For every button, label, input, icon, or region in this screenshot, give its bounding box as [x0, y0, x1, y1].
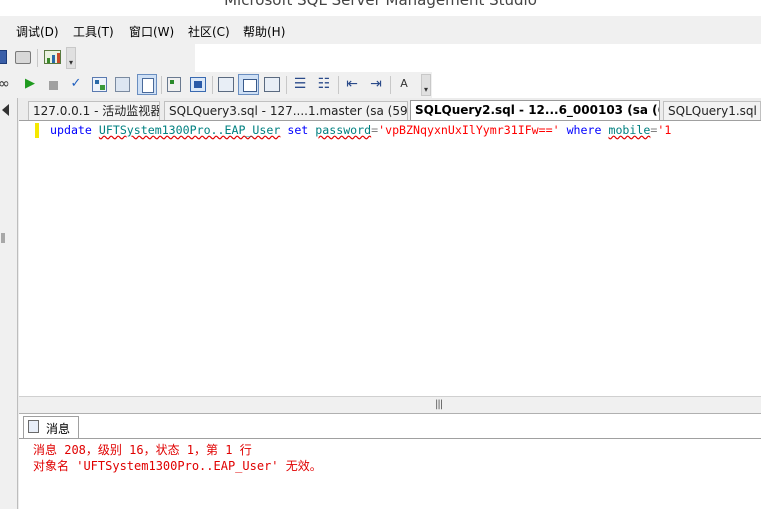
- stop-icon[interactable]: [49, 81, 58, 90]
- standard-toolbar: ▾: [0, 44, 195, 72]
- toolbar-overflow-grip[interactable]: ▾: [66, 47, 76, 69]
- parse-icon[interactable]: ✓: [68, 76, 84, 92]
- query-editor[interactable]: update UFTSystem1300Pro..EAP_User set pa…: [19, 120, 761, 397]
- scrollbar-thumb-grip[interactable]: |||: [435, 399, 443, 410]
- window-title: Microsoft SQL Server Management Studio: [224, 0, 537, 9]
- column-password: password: [315, 123, 372, 137]
- query-toolbar: ∞ ▶ ✓ ☰ ☷ ⇤ ⇥ A ▾: [0, 72, 432, 98]
- outdent-icon[interactable]: ⇤: [344, 76, 360, 92]
- tab-underline: [19, 438, 761, 439]
- cancel-icon[interactable]: ∞: [0, 76, 12, 92]
- estimated-plan-icon[interactable]: [92, 77, 107, 92]
- execute-icon[interactable]: ▶: [22, 76, 38, 92]
- indent-icon[interactable]: ⇥: [368, 76, 384, 92]
- print-icon[interactable]: [15, 51, 31, 64]
- toolbar-separator: [390, 76, 391, 94]
- table-identifier: UFTSystem1300Pro..EAP_User: [98, 123, 281, 137]
- tab-sqlquery1[interactable]: SQLQuery1.sql -: [663, 101, 761, 120]
- chart-icon[interactable]: [44, 50, 61, 64]
- menu-debug[interactable]: 调试(D): [16, 23, 59, 40]
- menu-tools[interactable]: 工具(T): [73, 23, 114, 40]
- code-line-1[interactable]: update UFTSystem1300Pro..EAP_User set pa…: [50, 122, 671, 138]
- line-change-marker: [35, 123, 39, 138]
- keyword-set: set: [287, 123, 309, 137]
- collapse-left-icon[interactable]: [2, 104, 9, 116]
- uncomment-icon[interactable]: ☷: [316, 76, 332, 92]
- query-options-icon[interactable]: [115, 77, 130, 92]
- results-pane: 消息 消息 208，级别 16，状态 1，第 1 行 对象名 'UFTSyste…: [19, 413, 761, 509]
- toolbar-overflow-grip[interactable]: ▾: [421, 74, 431, 96]
- client-stats-icon[interactable]: [264, 77, 280, 92]
- editor-horizontal-scrollbar[interactable]: |||: [19, 396, 761, 413]
- keyword-update: update: [50, 123, 92, 137]
- toolbar-separator: [37, 49, 38, 67]
- toolbar-separator: [338, 76, 339, 94]
- save-icon[interactable]: [0, 50, 7, 64]
- results-text-icon[interactable]: [167, 77, 181, 92]
- tab-sqlquery3[interactable]: SQLQuery3.sql - 127....1.master (sa (59)…: [164, 101, 408, 120]
- column-mobile: mobile: [608, 123, 651, 137]
- tab-sqlquery2[interactable]: SQLQuery2.sql - 12...6_000103 (sa (60))*: [410, 100, 660, 121]
- keyword-where: where: [566, 123, 602, 137]
- title-bar: Microsoft SQL Server Management Studio: [0, 0, 761, 16]
- password-literal: 'vpBZNqyxnUxIlYymr31IFw==': [378, 123, 560, 137]
- mobile-literal: '1: [657, 123, 672, 137]
- splitter-grip[interactable]: [1, 233, 5, 243]
- menu-help[interactable]: 帮助(H): [243, 23, 285, 40]
- intellisense-icon[interactable]: [137, 74, 157, 95]
- menu-window[interactable]: 窗口(W): [129, 23, 174, 40]
- menu-community[interactable]: 社区(C): [188, 23, 230, 40]
- tab-activity-monitor[interactable]: 127.0.0.1 - 活动监视器: [28, 101, 160, 120]
- message-icon: [28, 420, 39, 433]
- results-grid-icon[interactable]: [190, 77, 206, 92]
- tab-messages-label: 消息: [46, 422, 71, 436]
- toolbar-separator: [212, 76, 213, 94]
- results-file-icon[interactable]: [218, 77, 234, 92]
- error-message-line-1: 消息 208，级别 16，状态 1，第 1 行: [33, 443, 252, 457]
- comment-icon[interactable]: ☰: [292, 76, 308, 92]
- toolbar-separator: [161, 76, 162, 94]
- error-message-line-2: 对象名 'UFTSystem1300Pro..EAP_User' 无效。: [33, 459, 322, 473]
- menu-bar: 调试(D) 工具(T) 窗口(W) 社区(C) 帮助(H): [0, 16, 761, 44]
- specify-values-icon[interactable]: A: [396, 76, 412, 92]
- toolbar-separator: [286, 76, 287, 94]
- include-plan-icon[interactable]: [238, 74, 259, 95]
- tab-messages[interactable]: 消息: [23, 416, 79, 438]
- object-explorer-edge: [0, 98, 18, 509]
